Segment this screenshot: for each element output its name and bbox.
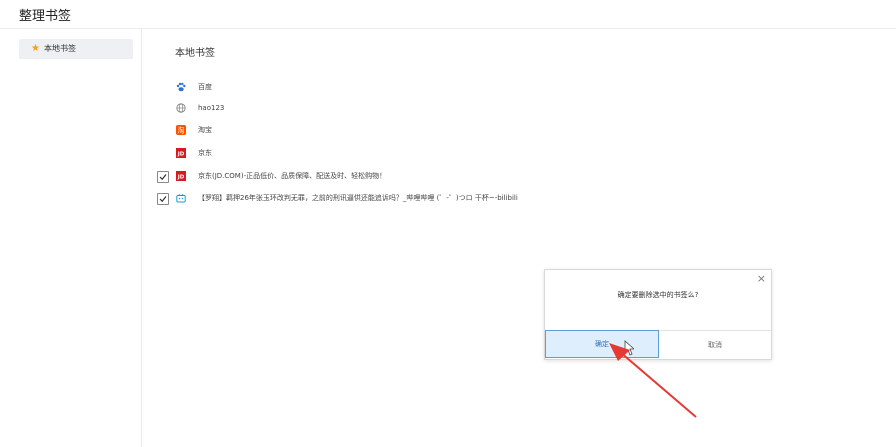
bookmark-checkbox[interactable] <box>157 193 169 205</box>
bilibili-icon <box>176 193 186 203</box>
bookmark-label: 京东 <box>198 149 212 157</box>
bookmark-item-jd-com[interactable]: JD 京东(JD.COM)-正品低价、品质保障、配送及时、轻松购物！ <box>176 169 736 183</box>
sidebar: ★ 本地书签 <box>0 29 142 447</box>
svg-text:淘: 淘 <box>178 126 185 135</box>
bookmark-label: 百度 <box>198 83 212 91</box>
bookmark-item-bilibili[interactable]: 【罗翔】羁押26年张玉环改判无罪，之前的刑讯逼供还能追诉吗？_哔哩哔哩 (゜-゜… <box>176 191 736 205</box>
bookmark-item-taobao[interactable]: 淘 淘宝 <box>176 123 736 137</box>
taobao-icon: 淘 <box>176 125 186 135</box>
star-icon: ★ <box>31 43 40 54</box>
topbar: 整理书签 <box>0 0 896 29</box>
sidebar-item-local-bookmarks[interactable]: ★ 本地书签 <box>19 39 133 59</box>
bookmark-item-hao123[interactable]: hao123 <box>176 101 736 115</box>
bookmark-item-jd[interactable]: JD 京东 <box>176 146 736 160</box>
section-title: 本地书签 <box>175 48 215 59</box>
svg-text:JD: JD <box>177 151 185 157</box>
jd-icon: JD <box>176 171 186 181</box>
bookmark-label: 淘宝 <box>198 126 212 134</box>
close-icon[interactable]: × <box>757 272 766 285</box>
sidebar-item-label: 本地书签 <box>44 44 76 53</box>
bookmark-label: hao123 <box>198 104 225 112</box>
svg-text:JD: JD <box>177 174 185 180</box>
bookmark-checkbox[interactable] <box>157 171 169 183</box>
jd-icon: JD <box>176 148 186 158</box>
red-arrow-annotation-icon <box>600 340 700 424</box>
page-title: 整理书签 <box>19 9 72 24</box>
baidu-paw-icon <box>176 82 186 92</box>
bookmark-item-baidu[interactable]: 百度 <box>176 80 736 94</box>
bookmark-label: 【罗翔】羁押26年张玉环改判无罪，之前的刑讯逼供还能追诉吗？_哔哩哔哩 (゜-゜… <box>198 194 518 202</box>
bookmark-label: 京东(JD.COM)-正品低价、品质保障、配送及时、轻松购物！ <box>198 172 387 180</box>
globe-icon <box>176 103 186 113</box>
dialog-message: 确定要删除选中的书签么? <box>617 291 699 299</box>
